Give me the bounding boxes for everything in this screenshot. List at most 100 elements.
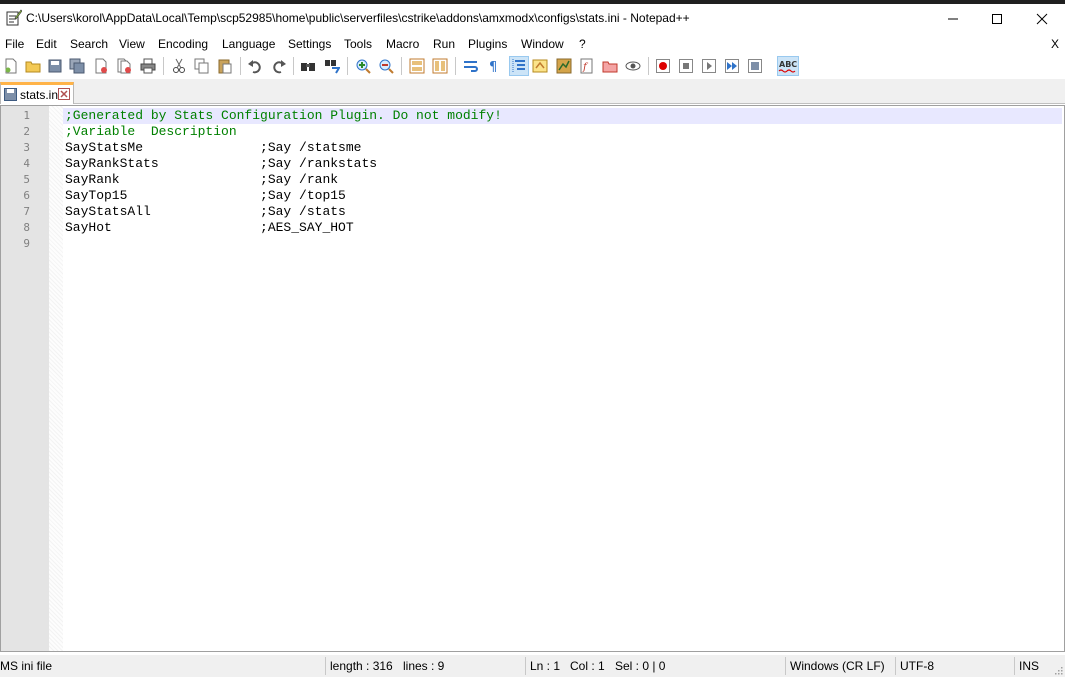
copy-icon[interactable] <box>192 56 212 76</box>
resize-grip-icon[interactable] <box>1053 665 1063 675</box>
cut-icon[interactable] <box>169 56 189 76</box>
zoom-out-icon[interactable] <box>376 56 396 76</box>
function-list-icon[interactable]: f <box>577 56 597 76</box>
document-map-icon[interactable] <box>554 56 574 76</box>
line-number: 2 <box>23 125 30 138</box>
line-number: 3 <box>23 141 30 154</box>
status-encoding[interactable]: UTF-8 <box>900 659 934 673</box>
toolbar-separator <box>648 57 649 75</box>
menu-tools[interactable]: Tools <box>344 37 372 51</box>
notepad-plus-plus-icon <box>6 9 22 26</box>
save-icon[interactable] <box>45 56 65 76</box>
new-file-icon[interactable] <box>1 56 21 76</box>
toolbar-separator <box>240 57 241 75</box>
open-file-icon[interactable] <box>23 56 43 76</box>
save-macro-icon[interactable] <box>745 56 765 76</box>
tab-close-icon[interactable] <box>58 88 70 100</box>
close-all-icon[interactable] <box>114 56 134 76</box>
save-all-icon[interactable] <box>67 56 87 76</box>
status-separator <box>1014 657 1015 675</box>
redo-icon[interactable] <box>269 56 289 76</box>
status-lines: lines : 9 <box>403 659 445 673</box>
menu-file[interactable]: File <box>5 37 24 51</box>
code-line[interactable]: SayRankStats ;Say /rankstats <box>65 156 377 172</box>
code-line[interactable]: ;Generated by Stats Configuration Plugin… <box>65 108 502 124</box>
menu-macro[interactable]: Macro <box>386 37 419 51</box>
code-line[interactable]: SayTop15 ;Say /top15 <box>65 188 346 204</box>
spell-check-label: ABC <box>779 60 797 69</box>
run-macro-multiple-icon[interactable] <box>722 56 742 76</box>
maximize-icon <box>992 14 1002 24</box>
status-insert-mode: INS <box>1019 659 1040 673</box>
fold-margin[interactable] <box>49 106 63 651</box>
window-title: C:\Users\korol\AppData\Local\Temp\scp529… <box>26 11 690 25</box>
line-number: 9 <box>23 237 30 250</box>
menu-search[interactable]: Search <box>70 37 108 51</box>
sync-horizontal-icon[interactable] <box>430 56 450 76</box>
code-line[interactable]: SayRank ;Say /rank <box>65 172 338 188</box>
indent-guide-icon[interactable] <box>509 56 529 76</box>
menu-language[interactable]: Language <box>222 37 275 51</box>
menu-plugins[interactable]: Plugins <box>468 37 507 51</box>
show-all-characters-icon[interactable]: ¶ <box>484 56 504 76</box>
maximize-button[interactable] <box>974 4 1020 34</box>
monitoring-icon[interactable] <box>623 56 643 76</box>
replace-icon[interactable] <box>322 56 342 76</box>
user-defined-language-icon[interactable] <box>530 56 550 76</box>
code-line[interactable]: SayStatsAll ;Say /stats <box>65 204 346 220</box>
status-length: length : 316 <box>330 659 393 673</box>
svg-text:¶: ¶ <box>489 60 497 74</box>
toolbar-separator <box>455 57 456 75</box>
status-separator <box>325 657 326 675</box>
tab-stats-ini[interactable]: stats.ini <box>0 82 74 104</box>
folder-as-workspace-icon[interactable] <box>600 56 620 76</box>
editor[interactable]: 1 2 3 4 5 6 7 8 9 ;Generated by Stats Co… <box>0 105 1065 652</box>
close-window-button[interactable] <box>1019 4 1065 34</box>
code-line[interactable]: ;Variable Description <box>65 124 237 140</box>
menu-settings[interactable]: Settings <box>288 37 331 51</box>
code-line[interactable]: SayStatsMe ;Say /statsme <box>65 140 361 156</box>
minimize-button[interactable] <box>930 4 976 34</box>
line-number: 4 <box>23 157 30 170</box>
line-number: 1 <box>23 109 30 122</box>
title-bar: C:\Users\korol\AppData\Local\Temp\scp529… <box>0 4 1065 34</box>
stop-recording-icon[interactable] <box>676 56 696 76</box>
status-eol-format[interactable]: Windows (CR LF) <box>790 659 885 673</box>
menu-window[interactable]: Window <box>521 37 564 51</box>
zoom-in-icon[interactable] <box>353 56 373 76</box>
find-icon[interactable] <box>298 56 318 76</box>
status-bar: MS ini file length : 316 lines : 9 Ln : … <box>0 655 1065 677</box>
word-wrap-icon[interactable] <box>461 56 481 76</box>
spell-check-icon[interactable]: ABC <box>777 56 799 76</box>
record-macro-icon[interactable] <box>653 56 673 76</box>
status-separator <box>525 657 526 675</box>
line-number: 7 <box>23 205 30 218</box>
status-file-type: MS ini file <box>0 659 53 673</box>
close-icon[interactable] <box>91 56 111 76</box>
print-icon[interactable] <box>138 56 158 76</box>
sync-vertical-icon[interactable] <box>407 56 427 76</box>
code-line[interactable]: SayHot ;AES_SAY_HOT <box>65 220 354 236</box>
toolbar: ¶ f ABC <box>0 54 1065 78</box>
toolbar-separator <box>293 57 294 75</box>
close-document-button[interactable]: X <box>1051 37 1059 51</box>
paste-icon[interactable] <box>215 56 235 76</box>
menu-edit[interactable]: Edit <box>36 37 57 51</box>
line-number: 8 <box>23 221 30 234</box>
saved-file-icon <box>4 88 17 101</box>
undo-icon[interactable] <box>245 56 265 76</box>
line-number: 5 <box>23 173 30 186</box>
menu-help[interactable]: ? <box>579 37 586 51</box>
status-line-number: Ln : 1 <box>530 659 561 673</box>
status-separator <box>895 657 896 675</box>
toolbar-separator <box>163 57 164 75</box>
menu-run[interactable]: Run <box>433 37 455 51</box>
playback-macro-icon[interactable] <box>699 56 719 76</box>
status-column: Col : 1 <box>570 659 605 673</box>
tab-label: stats.ini <box>20 87 61 102</box>
toolbar-separator <box>347 57 348 75</box>
minimize-icon <box>948 18 958 20</box>
menu-encoding[interactable]: Encoding <box>158 37 208 51</box>
line-number: 6 <box>23 189 30 202</box>
menu-view[interactable]: View <box>119 37 145 51</box>
